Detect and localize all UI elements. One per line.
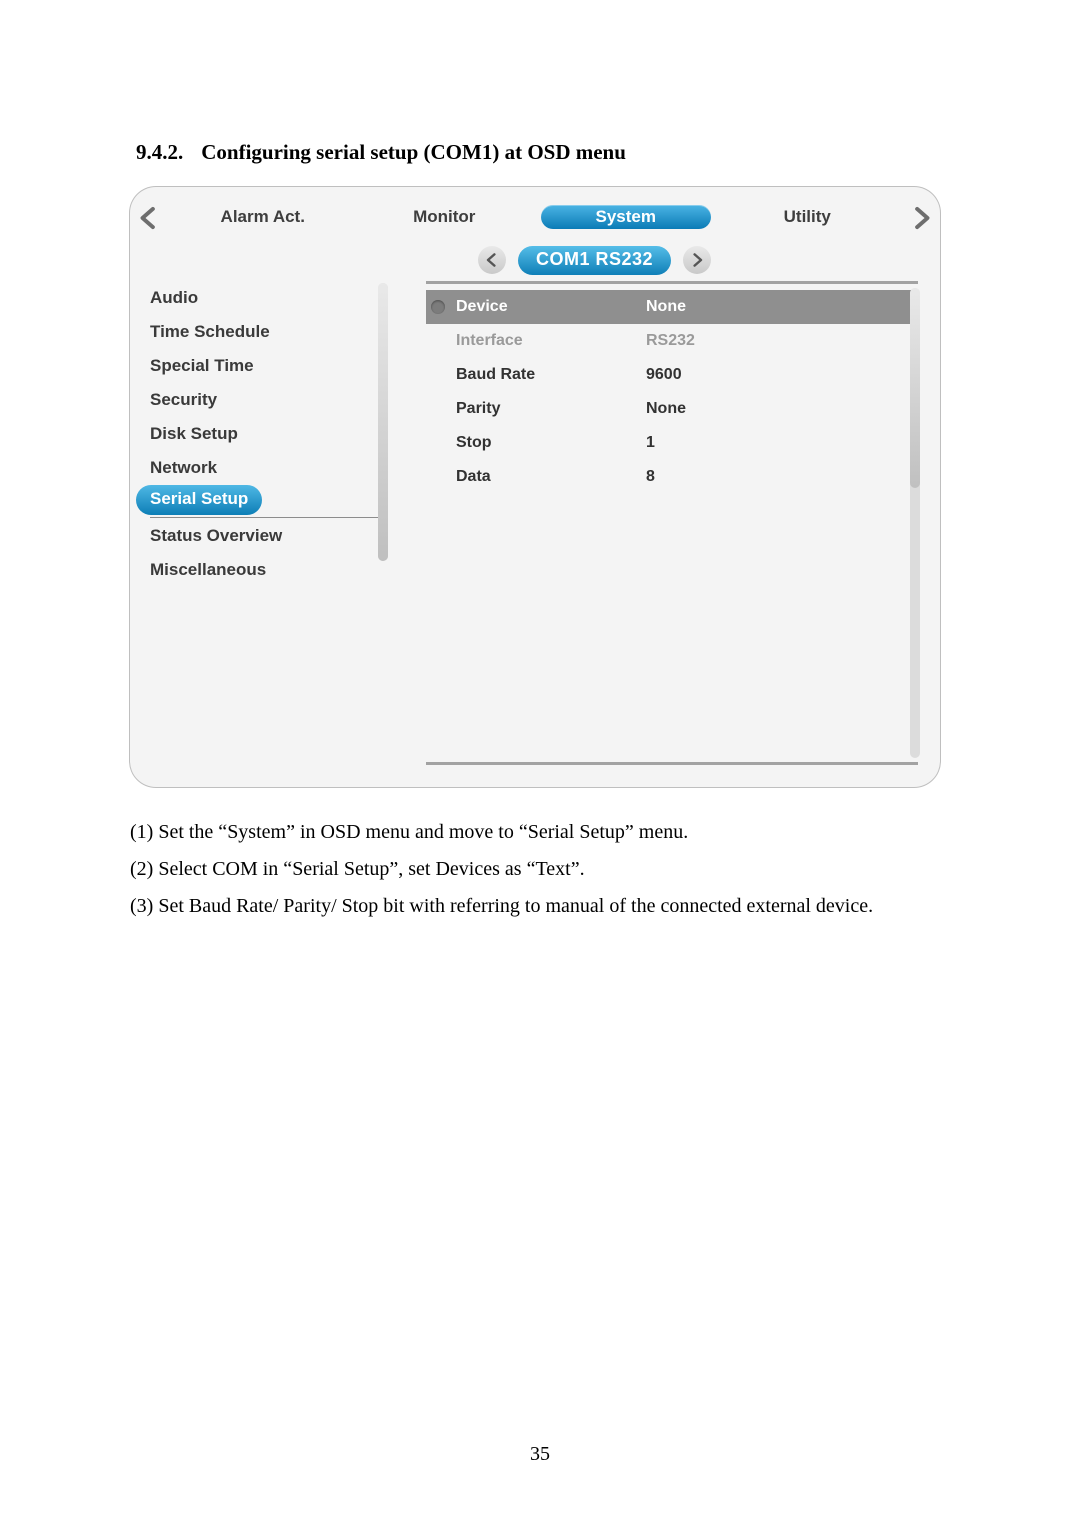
param-row-data[interactable]: Data 8 <box>426 460 918 494</box>
osd-panel: Alarm Act. Monitor System Utility COM1 R… <box>130 187 940 787</box>
sidebar-item-audio[interactable]: Audio <box>150 281 380 315</box>
param-label: Stop <box>450 434 646 452</box>
sidebar-item-time-schedule[interactable]: Time Schedule <box>150 315 380 349</box>
content-scroll-thumb[interactable] <box>910 288 920 488</box>
instruction-item: (2) Select COM in “Serial Setup”, set De… <box>130 854 950 885</box>
param-label: Data <box>450 468 646 486</box>
page-number: 35 <box>0 1443 1080 1466</box>
sidebar: Audio Time Schedule Special Time Securit… <box>150 281 380 587</box>
tab-utility[interactable]: Utility <box>717 207 899 227</box>
param-value: 1 <box>646 434 655 452</box>
param-label: Interface <box>450 332 646 350</box>
param-row-parity[interactable]: Parity None <box>426 392 918 426</box>
param-label: Device <box>450 298 646 316</box>
sidebar-scroll-thumb[interactable] <box>378 283 388 561</box>
param-value: 8 <box>646 468 655 486</box>
param-value: None <box>646 400 686 418</box>
sidebar-item-network[interactable]: Network <box>150 451 380 485</box>
param-label: Parity <box>450 400 646 418</box>
param-value: None <box>646 298 686 316</box>
section-heading: Configuring serial setup (COM1) at OSD m… <box>201 140 626 165</box>
tab-bar: Alarm Act. Monitor System Utility <box>172 199 898 235</box>
param-value: 9600 <box>646 366 682 384</box>
instruction-list: (1) Set the “System” in OSD menu and mov… <box>130 817 950 922</box>
row-bullet-icon <box>431 300 445 314</box>
section-number: 9.4.2. <box>136 140 183 165</box>
content-scrollbar[interactable] <box>910 288 920 758</box>
param-row-device[interactable]: Device None <box>426 290 918 324</box>
sidebar-item-special-time[interactable]: Special Time <box>150 349 380 383</box>
instruction-item: (1) Set the “System” in OSD menu and mov… <box>130 817 950 848</box>
settings-content: Device None Interface RS232 Baud Rate 96… <box>426 281 918 765</box>
tab-next-arrow[interactable] <box>906 203 936 233</box>
sidebar-item-security[interactable]: Security <box>150 383 380 417</box>
section-title: 9.4.2. Configuring serial setup (COM1) a… <box>136 140 950 165</box>
tab-monitor[interactable]: Monitor <box>354 207 536 227</box>
sidebar-item-disk-setup[interactable]: Disk Setup <box>150 417 380 451</box>
param-row-baud-rate[interactable]: Baud Rate 9600 <box>426 358 918 392</box>
instruction-item: (3) Set Baud Rate/ Parity/ Stop bit with… <box>130 891 950 922</box>
sidebar-scrollbar[interactable] <box>378 283 388 561</box>
param-label: Baud Rate <box>450 366 646 384</box>
sidebar-item-status-overview[interactable]: Status Overview <box>150 517 380 553</box>
tab-prev-arrow[interactable] <box>134 203 164 233</box>
subtab-next-arrow[interactable] <box>683 246 711 274</box>
param-value: RS232 <box>646 332 695 350</box>
param-row-interface: Interface RS232 <box>426 324 918 358</box>
sidebar-item-miscellaneous[interactable]: Miscellaneous <box>150 553 380 587</box>
subtab-prev-arrow[interactable] <box>478 246 506 274</box>
sidebar-item-serial-setup[interactable]: Serial Setup <box>136 485 262 515</box>
param-row-stop[interactable]: Stop 1 <box>426 426 918 460</box>
tab-system[interactable]: System <box>535 207 717 227</box>
subtab-label[interactable]: COM1 RS232 <box>518 246 671 275</box>
tab-alarm-act[interactable]: Alarm Act. <box>172 207 354 227</box>
